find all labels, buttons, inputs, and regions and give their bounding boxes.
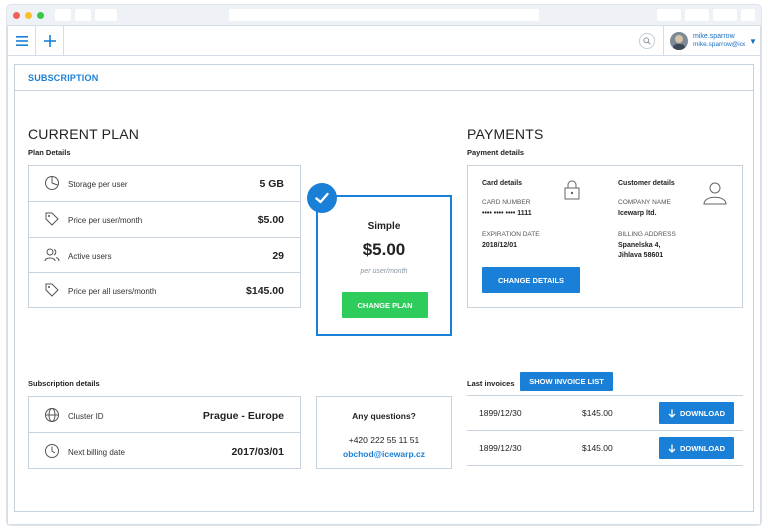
customer-details-label: Customer details: [618, 180, 675, 187]
globe-icon: [45, 408, 59, 422]
questions-title: Any questions?: [352, 411, 416, 421]
current-plan-heading: CURRENT PLAN: [28, 126, 140, 142]
browser-forward-button[interactable]: [75, 9, 91, 21]
plus-icon: [43, 35, 56, 47]
plan-row-price-user: Price per user/month $5.00: [29, 202, 300, 238]
billing-address-line2: Jihlava 58601: [618, 252, 664, 259]
search-icon: [643, 37, 651, 45]
plan-row-label: Price per user/month: [68, 216, 143, 225]
plan-row-price-all: Price per all users/month $145.00: [29, 273, 300, 308]
last-invoices-label: Last invoices: [467, 379, 515, 388]
pie-chart-icon: [45, 176, 59, 190]
change-plan-button[interactable]: CHANGE PLAN: [342, 292, 428, 318]
expiration-value: 2018/12/01: [482, 242, 518, 249]
page-title: SUBSCRIPTION: [28, 73, 99, 83]
arrow-down-icon: [668, 444, 676, 453]
plan-row-value: 5 GB: [259, 178, 284, 190]
browser-share-button[interactable]: [657, 9, 681, 21]
subscription-row-cluster: Cluster ID Prague - Europe: [29, 397, 300, 433]
top-bar: mike.sparrow mike.sparrow@icewarp.com ▼: [8, 26, 760, 56]
users-icon: [44, 248, 60, 262]
card-number-value: •••• •••• •••• 1111: [482, 210, 532, 217]
invoice-row: 1899/12/30 $145.00 DOWNLOAD: [467, 431, 743, 466]
add-button[interactable]: [36, 26, 64, 56]
app-window: mike.sparrow mike.sparrow@icewarp.com ▼ …: [7, 25, 761, 525]
company-name-label: COMPANY NAME: [618, 199, 671, 206]
expiration-label: EXPIRATION DATE: [482, 231, 540, 238]
user-email: mike.sparrow@icewarp.com: [693, 41, 745, 48]
plan-row-label: Active users: [68, 252, 112, 261]
browser-titlebar: [7, 5, 761, 25]
selected-badge: [307, 183, 337, 213]
user-name: mike.sparrow: [693, 33, 735, 40]
download-label: DOWNLOAD: [680, 443, 725, 453]
subscription-row-value: 2017/03/01: [231, 446, 284, 458]
checkmark-icon: [315, 192, 329, 204]
menu-button[interactable]: [8, 26, 36, 56]
subscription-panel: SUBSCRIPTION CURRENT PLAN Plan Details S…: [14, 64, 754, 512]
show-invoice-list-button[interactable]: SHOW INVOICE LIST: [520, 372, 613, 391]
selected-plan-card: Simple $5.00 per user/month CHANGE PLAN: [316, 195, 452, 336]
user-icon: [703, 182, 727, 205]
plan-row-value: $145.00: [246, 285, 284, 297]
download-invoice-button[interactable]: DOWNLOAD: [659, 402, 734, 424]
plan-details-label: Plan Details: [28, 148, 71, 157]
arrow-down-icon: [668, 409, 676, 418]
subscription-row-label: Next billing date: [68, 448, 125, 457]
billing-address-label: BILLING ADDRESS: [618, 231, 676, 238]
download-invoice-button[interactable]: DOWNLOAD: [659, 437, 734, 459]
browser-new-tab-button[interactable]: [713, 9, 737, 21]
plan-name: Simple: [367, 221, 401, 232]
plan-row-value: $5.00: [257, 214, 284, 226]
plan-row-active-users: Active users 29: [29, 238, 300, 273]
invoice-date: 1899/12/30: [479, 408, 522, 418]
browser-tabs-button[interactable]: [685, 9, 709, 21]
invoice-row: 1899/12/30 $145.00 DOWNLOAD: [467, 396, 743, 431]
panel-header: SUBSCRIPTION: [15, 65, 753, 91]
close-window-icon[interactable]: [13, 12, 20, 19]
invoice-amount: $145.00: [582, 443, 613, 453]
payment-details-label: Payment details: [467, 148, 525, 157]
questions-box: Any questions? +420 222 55 11 51 obchod@…: [316, 396, 452, 469]
plan-details-table: Storage per user 5 GB Price per user/mon…: [28, 165, 301, 308]
user-menu[interactable]: mike.sparrow mike.sparrow@icewarp.com ▼: [663, 26, 760, 56]
payments-heading: PAYMENTS: [467, 126, 544, 142]
invoice-date: 1899/12/30: [479, 443, 522, 453]
browser-reload-button[interactable]: [95, 9, 117, 21]
price-tag-icon: [45, 212, 59, 226]
plan-row-storage: Storage per user 5 GB: [29, 166, 300, 202]
plan-row-label: Storage per user: [68, 180, 128, 189]
price-tag-icon: [45, 283, 59, 297]
browser-menu-button[interactable]: [741, 9, 755, 21]
billing-address-line1: Spanelska 4,: [618, 242, 661, 249]
lock-icon: [564, 180, 580, 200]
subscription-row-label: Cluster ID: [68, 412, 104, 421]
support-email-link[interactable]: obchod@icewarp.cz: [317, 449, 451, 459]
maximize-window-icon[interactable]: [37, 12, 44, 19]
plan-row-value: 29: [272, 250, 284, 262]
plan-row-label: Price per all users/month: [68, 287, 157, 296]
subscription-row-billing: Next billing date 2017/03/01: [29, 433, 300, 469]
address-bar[interactable]: [229, 9, 539, 21]
subscription-row-value: Prague - Europe: [202, 410, 284, 422]
hamburger-icon: [15, 36, 28, 46]
avatar: [670, 32, 688, 50]
search-button[interactable]: [639, 33, 655, 49]
change-details-button[interactable]: CHANGE DETAILS: [482, 267, 580, 293]
plan-price: $5.00: [362, 240, 406, 259]
company-name-value: Icewarp ltd.: [618, 210, 657, 217]
card-details-label: Card details: [482, 180, 523, 187]
payment-details-box: Card details CARD NUMBER •••• •••• •••• …: [467, 165, 743, 308]
minimize-window-icon[interactable]: [25, 12, 32, 19]
subscription-details-table: Cluster ID Prague - Europe Next billing …: [28, 396, 301, 469]
card-number-label: CARD NUMBER: [482, 199, 531, 206]
clock-icon: [45, 444, 59, 458]
chevron-down-icon: ▼: [749, 37, 757, 46]
support-phone: +420 222 55 11 51: [348, 435, 420, 445]
subscription-details-label: Subscription details: [28, 379, 100, 388]
plan-price-unit: per user/month: [360, 268, 408, 275]
invoice-amount: $145.00: [582, 408, 613, 418]
browser-back-button[interactable]: [55, 9, 71, 21]
download-label: DOWNLOAD: [680, 408, 725, 418]
